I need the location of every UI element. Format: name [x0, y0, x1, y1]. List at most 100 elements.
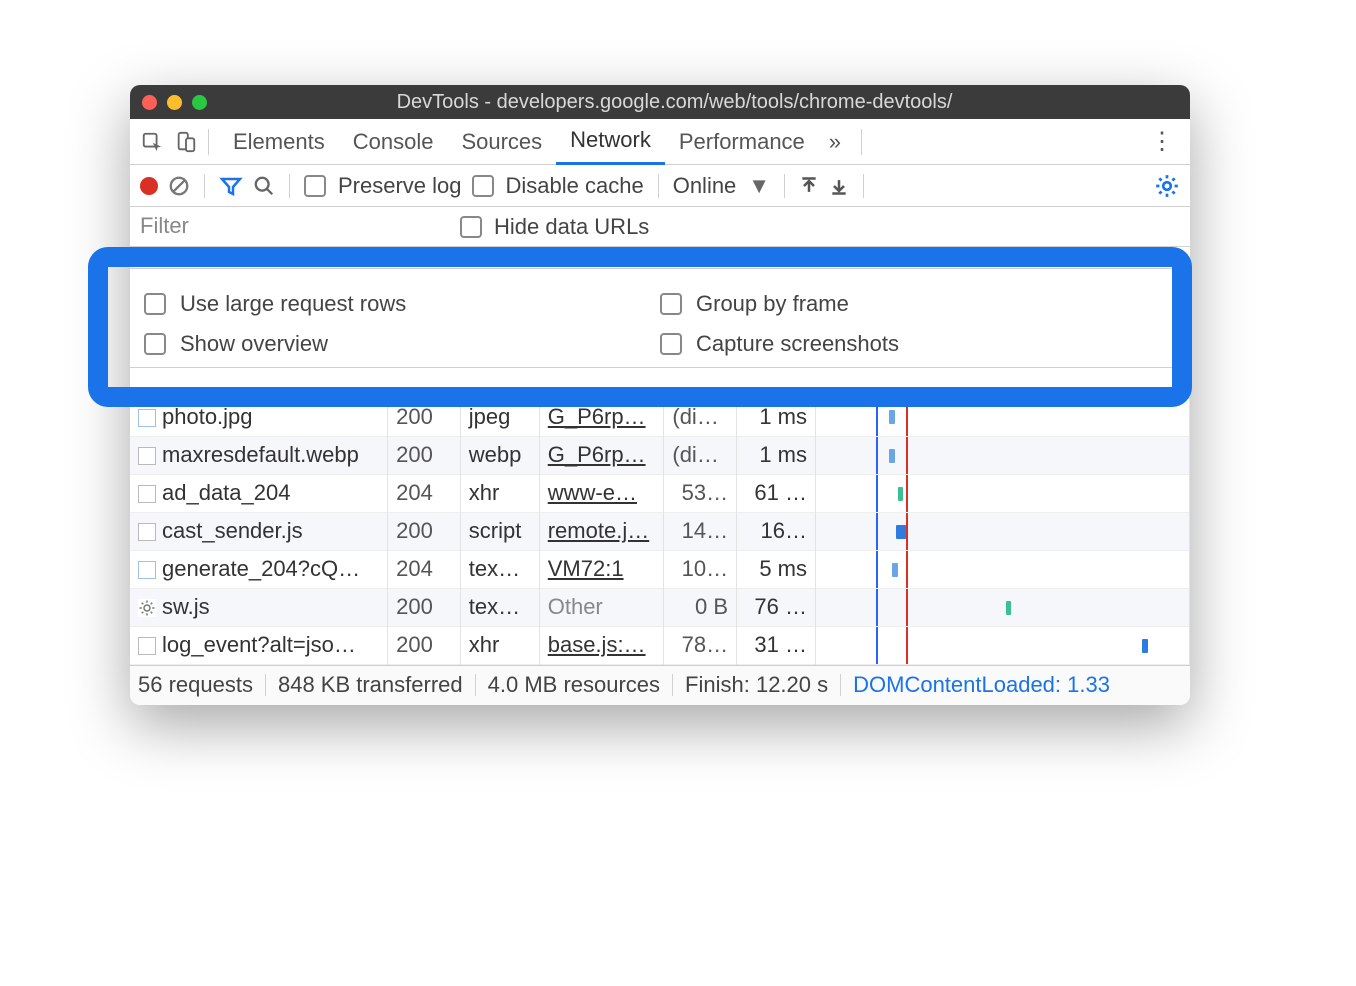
request-name: sw.js: [162, 594, 210, 619]
request-initiator[interactable]: VM72:1: [539, 550, 664, 588]
tab-elements[interactable]: Elements: [219, 119, 339, 165]
request-waterfall: [816, 398, 1190, 436]
request-name: cast_sender.js: [162, 518, 303, 543]
show-overview-label: Show overview: [180, 331, 328, 357]
request-waterfall: [816, 588, 1190, 626]
request-time: 16…: [737, 512, 816, 550]
table-row[interactable]: cast_sender.js200scriptremote.j…14…16…: [130, 512, 1190, 550]
request-initiator[interactable]: www-e…: [539, 474, 664, 512]
throttling-value: Online: [673, 173, 737, 199]
tab-performance-label: Performance: [679, 129, 805, 155]
file-icon: [138, 523, 156, 541]
request-time: 61 …: [737, 474, 816, 512]
filter-toggle-icon[interactable]: [219, 174, 243, 198]
request-waterfall: [816, 550, 1190, 588]
request-type: tex…: [460, 550, 539, 588]
use-large-rows-label: Use large request rows: [180, 291, 406, 317]
request-name: log_event?alt=jso…: [162, 632, 356, 657]
request-name: ad_data_204: [162, 480, 290, 505]
use-large-rows-checkbox[interactable]: Use large request rows: [144, 291, 660, 317]
request-time: 5 ms: [737, 550, 816, 588]
throttling-select[interactable]: Online ▼: [673, 173, 770, 199]
capture-screenshots-checkbox[interactable]: Capture screenshots: [660, 331, 1176, 357]
table-row[interactable]: maxresdefault.webp200webpG_P6rp…(dis…1 m…: [130, 436, 1190, 474]
panel-tabs: Elements Console Sources Network Perform…: [130, 119, 1190, 165]
filter-input[interactable]: Filter: [140, 213, 440, 241]
window-title: DevTools - developers.google.com/web/too…: [219, 91, 1178, 114]
file-icon: [138, 485, 156, 503]
request-waterfall: [816, 436, 1190, 474]
tab-elements-label: Elements: [233, 129, 325, 155]
dropdown-icon: ▼: [748, 173, 770, 199]
request-size: (dis…: [664, 398, 737, 436]
titlebar: DevTools - developers.google.com/web/too…: [130, 85, 1190, 119]
group-by-frame-checkbox[interactable]: Group by frame: [660, 291, 1176, 317]
table-row[interactable]: photo.jpg200jpegG_P6rp…(dis…1 ms: [130, 398, 1190, 436]
devtools-window: DevTools - developers.google.com/web/too…: [130, 85, 1190, 705]
request-size: 78…: [664, 626, 737, 664]
request-status: 200: [388, 512, 461, 550]
request-time: 1 ms: [737, 436, 816, 474]
file-icon: [138, 561, 156, 579]
network-toolbar: Preserve log Disable cache Online ▼: [130, 165, 1190, 207]
hide-data-urls-label: Hide data URLs: [494, 214, 649, 240]
hide-data-urls-checkbox[interactable]: Hide data URLs: [460, 214, 649, 240]
request-status: 200: [388, 626, 461, 664]
tab-console[interactable]: Console: [339, 119, 448, 165]
request-status: 204: [388, 550, 461, 588]
request-type: webp: [460, 436, 539, 474]
request-size: 53…: [664, 474, 737, 512]
request-type: xhr: [460, 626, 539, 664]
upload-har-icon[interactable]: [799, 176, 819, 196]
network-status-bar: 56 requests 848 KB transferred 4.0 MB re…: [130, 665, 1190, 705]
tab-sources-label: Sources: [461, 129, 542, 155]
request-initiator[interactable]: Other: [539, 588, 664, 626]
clear-button[interactable]: [168, 175, 190, 197]
preserve-log-label: Preserve log: [338, 173, 462, 199]
request-initiator[interactable]: base.js:…: [539, 626, 664, 664]
filter-bar: Filter Hide data URLs: [130, 207, 1190, 247]
request-type: script: [460, 512, 539, 550]
request-initiator[interactable]: G_P6rp…: [539, 398, 664, 436]
show-overview-checkbox[interactable]: Show overview: [144, 331, 660, 357]
service-worker-icon: [138, 599, 156, 617]
status-resources: 4.0 MB resources: [488, 672, 660, 698]
tab-network-label: Network: [570, 127, 651, 153]
capture-screenshots-label: Capture screenshots: [696, 331, 899, 357]
minimize-window-button[interactable]: [167, 95, 182, 110]
request-time: 31 …: [737, 626, 816, 664]
tab-network[interactable]: Network: [556, 119, 665, 165]
preserve-log-checkbox[interactable]: Preserve log: [304, 173, 462, 199]
request-initiator[interactable]: G_P6rp…: [539, 436, 664, 474]
tab-sources[interactable]: Sources: [447, 119, 556, 165]
request-waterfall: [816, 474, 1190, 512]
devtools-menu-button[interactable]: ⋮: [1144, 127, 1180, 156]
request-initiator[interactable]: remote.j…: [539, 512, 664, 550]
request-size: (dis…: [664, 436, 737, 474]
table-row[interactable]: generate_204?cQ…204tex…VM72:110…5 ms: [130, 550, 1190, 588]
close-window-button[interactable]: [142, 95, 157, 110]
request-size: 0 B: [664, 588, 737, 626]
download-har-icon[interactable]: [829, 176, 849, 196]
request-time: 76 …: [737, 588, 816, 626]
group-by-frame-label: Group by frame: [696, 291, 849, 317]
table-row[interactable]: log_event?alt=jso… 200xhrbase.js:…78…31 …: [130, 626, 1190, 664]
request-status: 200: [388, 588, 461, 626]
request-waterfall: [816, 512, 1190, 550]
inspect-element-icon[interactable]: [140, 130, 164, 154]
search-icon[interactable]: [253, 175, 275, 197]
record-button[interactable]: [140, 177, 158, 195]
tab-performance[interactable]: Performance: [665, 119, 819, 165]
network-settings-icon[interactable]: [1154, 173, 1180, 199]
table-row[interactable]: ad_data_204204xhrwww-e…53…61 …: [130, 474, 1190, 512]
tab-console-label: Console: [353, 129, 434, 155]
device-toolbar-icon[interactable]: [174, 130, 198, 154]
request-size: 10…: [664, 550, 737, 588]
table-row[interactable]: sw.js200tex…Other0 B76 …: [130, 588, 1190, 626]
file-icon: [138, 409, 156, 427]
more-tabs-button[interactable]: »: [819, 129, 851, 155]
status-requests: 56 requests: [138, 672, 253, 698]
zoom-window-button[interactable]: [192, 95, 207, 110]
disable-cache-checkbox[interactable]: Disable cache: [472, 173, 644, 199]
status-domcontentloaded: DOMContentLoaded: 1.33: [853, 672, 1110, 698]
